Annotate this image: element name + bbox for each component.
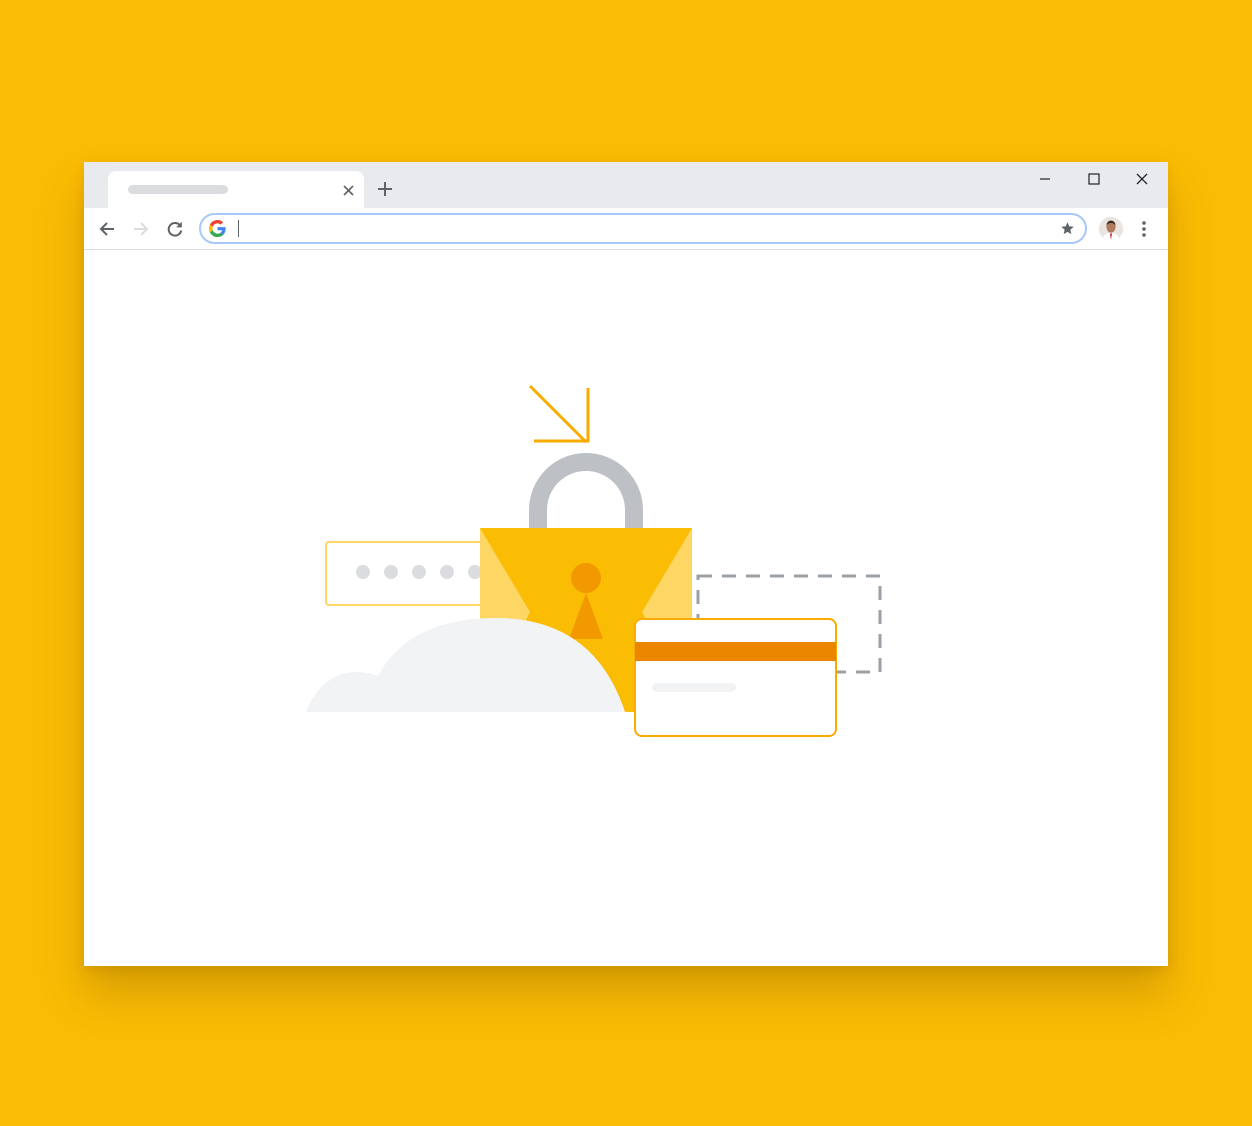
security-illustration [306, 384, 882, 737]
google-g-icon [209, 220, 226, 237]
close-window-button[interactable] [1125, 166, 1159, 192]
browser-tab[interactable] [108, 171, 364, 208]
address-bar[interactable] [199, 213, 1087, 244]
tab-close-button[interactable] [338, 180, 358, 200]
bookmark-button[interactable] [1058, 219, 1077, 238]
password-field [325, 541, 487, 606]
close-icon [342, 184, 354, 196]
page-content [84, 250, 1168, 966]
close-icon [1136, 173, 1148, 185]
reload-icon [167, 221, 183, 237]
arrow-down-right-icon [528, 384, 590, 444]
back-button[interactable] [94, 216, 120, 242]
reload-button[interactable] [162, 216, 188, 242]
tab-title-placeholder [128, 185, 228, 194]
text-cursor [238, 220, 239, 237]
credit-card-icon [634, 618, 837, 737]
star-icon [1061, 222, 1074, 235]
minimize-icon [1040, 178, 1050, 180]
new-tab-button[interactable] [372, 176, 398, 202]
profile-avatar[interactable] [1099, 217, 1123, 241]
more-vert-icon [1142, 221, 1146, 237]
keyhole [571, 563, 601, 593]
maximize-button[interactable] [1077, 166, 1111, 192]
chrome-menu-button[interactable] [1132, 216, 1156, 242]
plus-icon [378, 182, 392, 196]
avatar [1099, 217, 1123, 241]
arrow-back-icon [99, 222, 114, 236]
browser-toolbar [84, 208, 1168, 250]
forward-button[interactable] [128, 216, 154, 242]
omnibox-input[interactable] [237, 218, 1037, 239]
maximize-icon [1088, 173, 1100, 185]
browser-window [84, 162, 1168, 966]
minimize-button[interactable] [1028, 166, 1062, 192]
arrow-forward-icon [134, 222, 149, 236]
tab-strip [84, 162, 1168, 208]
